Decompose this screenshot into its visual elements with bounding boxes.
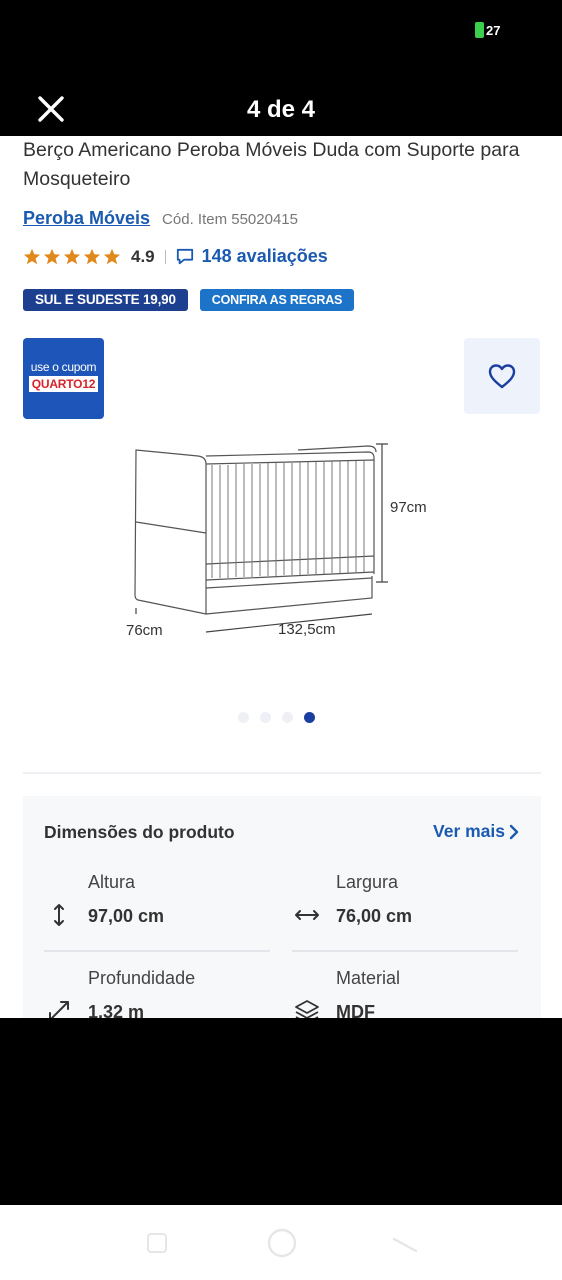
dimension-label: Profundidade [88, 968, 196, 988]
dimension-value: 76,00 cm [336, 906, 413, 926]
recent-apps-button[interactable] [145, 1231, 169, 1260]
rating-separator [164, 249, 166, 264]
product-image[interactable]: 97cm 76cm 132,5cm [120, 438, 440, 648]
coupon-text: use o cupom [30, 360, 97, 374]
product-page: Berço Americano Peroba Móveis Duda com S… [0, 136, 562, 1018]
dimension-label: Altura [88, 872, 136, 892]
carousel-dot[interactable] [282, 712, 293, 723]
section-divider [23, 772, 541, 774]
width-label: 132,5cm [278, 621, 336, 638]
battery-icon [475, 22, 484, 38]
vertical-arrows-icon [54, 904, 64, 926]
height-label: 97cm [390, 499, 427, 516]
dimension-height: Altura 97,00 cm [44, 872, 270, 972]
dimension-label: Largura [336, 872, 399, 892]
dimension-material: Material MDF [292, 968, 518, 1018]
dimension-width: Largura 76,00 cm [292, 872, 518, 972]
carousel-dot[interactable] [238, 712, 249, 723]
coupon-badge: use o cupom QUARTO12 [23, 338, 104, 419]
diagonal-arrows-icon [49, 1001, 69, 1018]
see-more-link[interactable]: Ver mais [433, 821, 519, 842]
see-more-label: Ver mais [433, 821, 505, 841]
chevron-right-icon [509, 824, 519, 839]
item-code: Cód. Item 55020415 [162, 211, 298, 228]
seller-link[interactable]: Peroba Móveis [23, 208, 150, 229]
heart-icon [488, 364, 516, 389]
dimension-value: MDF [336, 1002, 375, 1018]
back-icon [392, 1237, 418, 1253]
star-icon [43, 248, 61, 264]
star-icon [23, 248, 41, 264]
dimension-value: 1,32 m [88, 1002, 145, 1018]
system-navigation-bar [0, 1205, 562, 1280]
home-button[interactable] [266, 1227, 298, 1264]
star-icon [103, 248, 121, 264]
dimension-divider [44, 950, 270, 952]
dimension-divider [292, 950, 518, 952]
dimension-value: 97,00 cm [88, 906, 165, 926]
product-title: Berço Americano Peroba Móveis Duda com S… [23, 139, 520, 190]
dimensions-card: Dimensões do produto Ver mais Altura 97,… [23, 796, 541, 1018]
dimension-label: Material [336, 968, 401, 988]
depth-label: 76cm [126, 622, 163, 639]
horizontal-arrows-icon [295, 910, 319, 920]
dimension-depth: Profundidade 1,32 m [44, 968, 270, 1018]
crib-drawing: 97cm 76cm 132,5cm [126, 443, 427, 639]
rating-row[interactable]: 4.9 148 avaliações [23, 246, 328, 267]
star-icon [63, 248, 81, 264]
comment-icon [176, 248, 193, 264]
rating-value: 4.9 [131, 246, 155, 266]
back-button[interactable] [392, 1235, 418, 1260]
coupon-code: QUARTO12 [28, 376, 99, 392]
home-icon [267, 1228, 297, 1258]
recent-apps-icon [147, 1233, 167, 1253]
carousel-dot[interactable] [260, 712, 271, 723]
image-counter: 4 de 4 [246, 96, 316, 123]
carousel-dots [238, 712, 315, 723]
seller-row: Peroba Móveis Cód. Item 55020415 [23, 208, 298, 229]
carousel-dot-active[interactable] [304, 712, 315, 723]
reviews-link[interactable]: 148 avaliações [202, 246, 328, 267]
rating-stars [23, 248, 121, 266]
star-icon [83, 248, 101, 264]
top-bar: 27 4 de 4 [0, 0, 562, 136]
badge-row: SUL E SUDESTE 19,90 CONFIRA AS REGRAS [23, 289, 355, 311]
battery-level: 27 [486, 22, 501, 38]
battery-indicator: 27 [475, 22, 500, 38]
rules-badge[interactable]: CONFIRA AS REGRAS [199, 289, 355, 311]
dimensions-title: Dimensões do produto [44, 822, 235, 842]
favorite-button[interactable] [464, 338, 540, 414]
layers-icon [295, 1000, 319, 1018]
shipping-badge: SUL E SUDESTE 19,90 [23, 289, 188, 311]
